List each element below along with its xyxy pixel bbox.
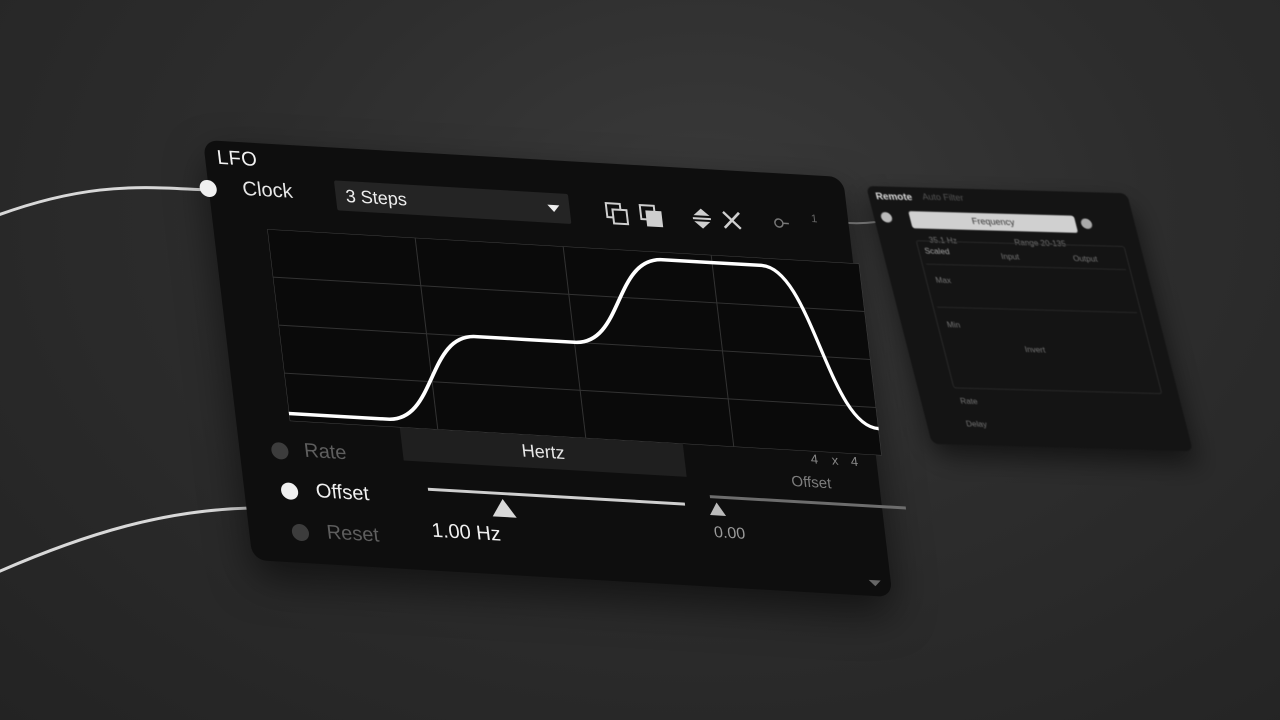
offset-value[interactable]: 0.00 [713, 524, 746, 544]
divider [937, 306, 1138, 314]
key-icon[interactable] [767, 210, 796, 236]
grid-columns-value[interactable]: 4 [810, 451, 819, 466]
rate-value[interactable]: 1.00 Hz [431, 520, 503, 547]
paste-icon[interactable] [637, 203, 666, 229]
offset-label: Offset [314, 480, 371, 506]
clock-dropdown-value: 3 Steps [344, 185, 408, 209]
remote-delay-label: Delay [965, 419, 988, 429]
lfo-module: LFO Clock 3 Steps 1 4 x 4 Rate Hertz Off… [198, 140, 907, 598]
remote-subtitle: Auto Filter [921, 192, 965, 204]
close-icon[interactable] [717, 208, 746, 234]
remote-scaling-panel: Scaled Input Output Max Min Invert [915, 240, 1163, 395]
reset-label: Reset [325, 521, 381, 547]
chevron-down-icon [547, 204, 561, 213]
scaled-label: Scaled [923, 246, 951, 256]
offset-slider-track[interactable] [709, 495, 907, 510]
grid-times-label: x [830, 452, 840, 468]
module-title: LFO [215, 146, 259, 172]
max-label: Max [934, 275, 953, 285]
rate-slider-thumb[interactable] [490, 498, 517, 518]
min-label: Min [946, 320, 962, 330]
offset-cable[interactable] [0, 506, 251, 580]
waveform-editor[interactable] [267, 229, 882, 456]
divider [926, 263, 1127, 271]
remote-settings-icon[interactable] [1079, 218, 1094, 230]
output-header: Output [1071, 254, 1099, 264]
remote-title: Remote [874, 191, 914, 203]
clock-dropdown[interactable]: 3 Steps [333, 180, 572, 224]
flip-vertical-icon[interactable] [687, 206, 716, 232]
offset-input-port[interactable] [280, 482, 300, 501]
grid-rows-value[interactable]: 4 [850, 454, 859, 469]
remote-rate-label: Rate [959, 396, 979, 407]
clock-cable[interactable] [0, 186, 211, 222]
rate-slider-track[interactable] [427, 487, 686, 506]
offset-slider-label: Offset [790, 473, 833, 493]
clock-label: Clock [241, 177, 294, 203]
input-header: Input [999, 252, 1021, 262]
remote-target-select[interactable]: Frequency [908, 211, 1079, 233]
resize-handle-icon[interactable] [868, 579, 882, 587]
reset-input-port[interactable] [290, 523, 310, 542]
rate-label: Rate [302, 439, 348, 465]
panel-number: 1 [810, 212, 819, 226]
invert-label[interactable]: Invert [1024, 345, 1046, 354]
offset-slider-thumb[interactable] [708, 502, 727, 516]
remote-input-port[interactable] [879, 212, 894, 223]
copy-icon[interactable] [603, 201, 632, 227]
rate-input-port[interactable] [270, 441, 290, 460]
